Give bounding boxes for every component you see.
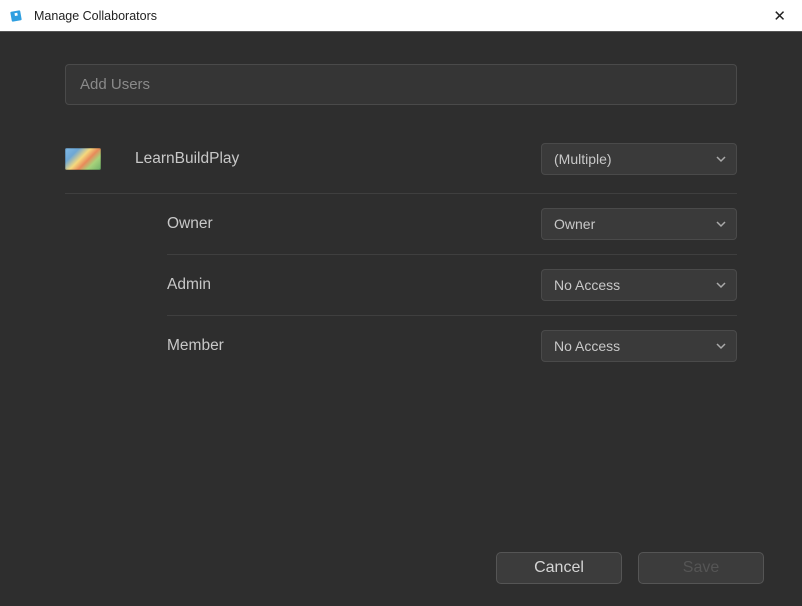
role-row-admin: Admin No Access [167, 255, 737, 316]
role-label: Admin [167, 276, 541, 294]
cancel-button[interactable]: Cancel [496, 552, 622, 584]
chevron-down-icon [716, 280, 726, 290]
role-access-dropdown-member[interactable]: No Access [541, 330, 737, 362]
search-input[interactable] [65, 64, 737, 105]
role-label: Owner [167, 215, 541, 233]
group-name: LearnBuildPlay [135, 150, 541, 168]
title-left: Manage Collaborators [10, 8, 157, 24]
dropdown-value: No Access [554, 277, 620, 293]
collaborator-list: LearnBuildPlay (Multiple) Owner Owner Ad… [65, 133, 737, 376]
role-access-dropdown-admin[interactable]: No Access [541, 269, 737, 301]
group-avatar [65, 148, 101, 170]
chevron-down-icon [716, 154, 726, 164]
close-icon[interactable]: ✕ [767, 3, 792, 29]
dropdown-value: Owner [554, 216, 595, 232]
dropdown-value: (Multiple) [554, 151, 612, 167]
content-area: LearnBuildPlay (Multiple) Owner Owner Ad… [0, 32, 802, 538]
group-access-dropdown[interactable]: (Multiple) [541, 143, 737, 175]
dropdown-value: No Access [554, 338, 620, 354]
footer: Cancel Save [0, 538, 802, 606]
app-icon [10, 8, 26, 24]
chevron-down-icon [716, 341, 726, 351]
role-label: Member [167, 337, 541, 355]
group-row: LearnBuildPlay (Multiple) [65, 133, 737, 194]
role-row-owner: Owner Owner [167, 194, 737, 255]
titlebar: Manage Collaborators ✕ [0, 0, 802, 32]
window-title: Manage Collaborators [34, 9, 157, 23]
role-access-dropdown-owner[interactable]: Owner [541, 208, 737, 240]
chevron-down-icon [716, 219, 726, 229]
role-row-member: Member No Access [167, 316, 737, 376]
save-button: Save [638, 552, 764, 584]
